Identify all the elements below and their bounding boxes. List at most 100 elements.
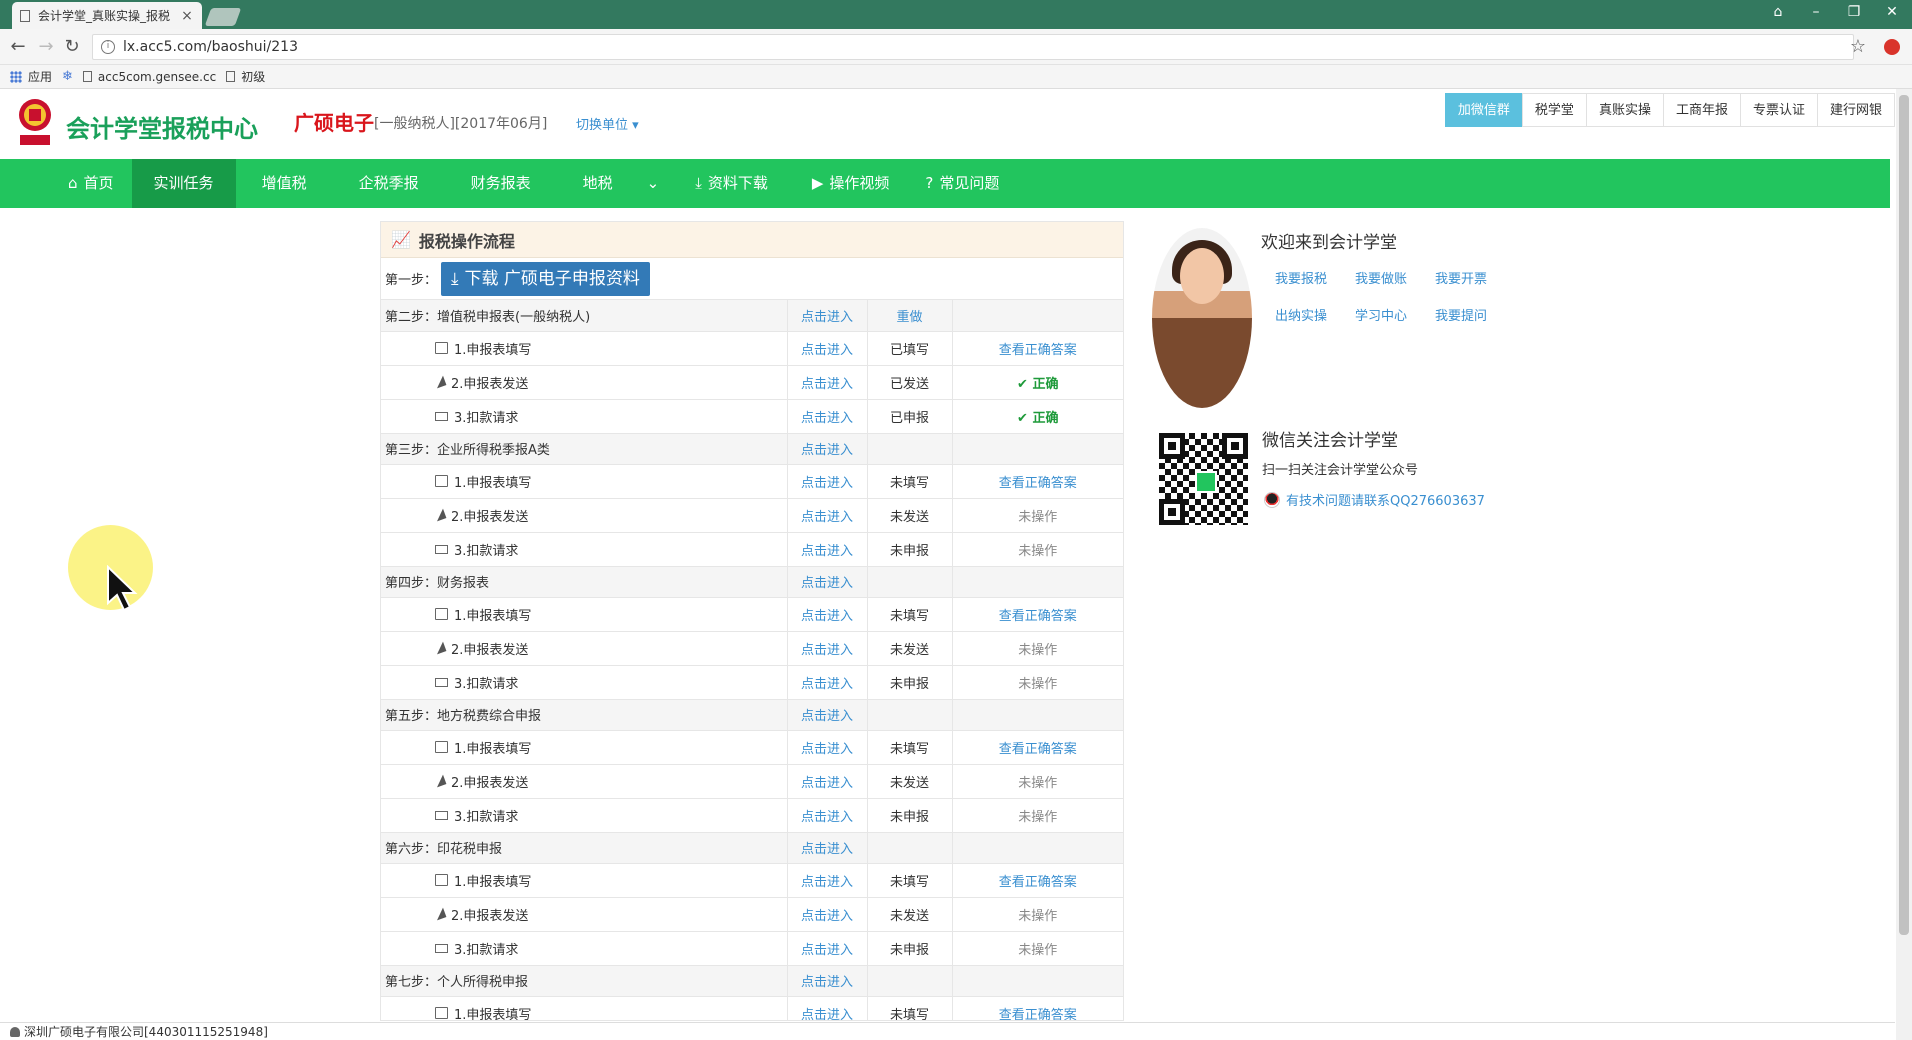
enter-link[interactable]: 点击进入 [786,699,867,731]
company-name: 广硕电子 [294,111,374,135]
enter-link[interactable]: 点击进入 [786,532,867,567]
enter-link[interactable]: 点击进入 [786,931,867,966]
scrollbar-thumb[interactable] [1899,95,1909,935]
nav-corp-tax[interactable]: 企税季报 [333,159,445,208]
task-status: 未申报 [866,931,952,966]
page-scrollbar[interactable] [1896,89,1912,1040]
task-status: 未发送 [866,764,952,799]
enter-link[interactable]: 点击进入 [786,863,867,898]
ccb-bank-link[interactable]: 建行网银 [1816,93,1895,127]
restore-icon[interactable]: ❐ [1842,4,1866,20]
nav-faq[interactable]: ? 常见问题 [907,159,1017,208]
new-tab-button[interactable] [204,8,242,26]
invoice-cert-link[interactable]: 专票认证 [1739,93,1818,127]
close-window-icon[interactable]: ✕ [1880,4,1904,20]
bookmark-star-icon[interactable]: ☆ [1850,36,1866,57]
redo-link[interactable] [866,965,952,997]
download-data-button[interactable]: ⤓ 下载 广硕电子申报资料 [441,261,650,296]
bookmark-apps[interactable]: 应用 [10,68,52,85]
extension-icon[interactable] [1884,39,1900,55]
quick-link-file-tax[interactable]: 我要报税 [1275,268,1355,287]
browser-tab[interactable]: 会计学堂_真账实操_报税 × [12,2,202,29]
enter-link[interactable]: 点击进入 [786,897,867,932]
tax-school-link[interactable]: 税学堂 [1521,93,1587,127]
enter-link[interactable]: 点击进入 [786,498,867,533]
task-label: 1.申报表填写 [454,475,532,491]
quick-link-ask[interactable]: 我要提问 [1435,305,1515,324]
answer-cell[interactable]: 查看正确答案 [999,1008,1077,1021]
redo-link[interactable] [866,832,952,864]
enter-link[interactable]: 点击进入 [786,832,867,864]
task-status: 未填写 [866,863,952,898]
forward-icon[interactable]: → [36,37,56,57]
real-account-link[interactable]: 真账实操 [1585,93,1664,127]
task-status: 未发送 [866,498,952,533]
enter-link[interactable]: 点击进入 [786,730,867,765]
nav-financial-reports[interactable]: 财务报表 [445,159,557,208]
nav-training-tasks[interactable]: 实训任务 [131,159,236,208]
redo-link[interactable] [866,433,952,465]
enter-link[interactable]: 点击进入 [786,399,867,434]
enter-link[interactable]: 点击进入 [786,433,867,465]
browser-tabbar: 会计学堂_真账实操_报税 × ⌂ – ❐ ✕ [0,0,1912,29]
enter-link[interactable]: 点击进入 [786,631,867,666]
back-icon[interactable]: ← [8,37,28,57]
qq-contact-link[interactable]: 有技术问题请联系QQ276603637 [1264,490,1485,509]
task-status: 已申报 [866,399,952,434]
answer-cell[interactable]: 查看正确答案 [999,476,1077,491]
answer-cell[interactable]: 查看正确答案 [999,742,1077,757]
bookmark-snow[interactable]: ❄ [62,69,73,84]
annual-report-link[interactable]: 工商年报 [1662,93,1741,127]
answer-cell[interactable]: 查看正确答案 [999,343,1077,358]
enter-link[interactable]: 点击进入 [786,798,867,833]
nav-local-tax[interactable]: 地税 ⌄ [557,159,670,208]
redo-link[interactable] [866,699,952,731]
switch-unit-link[interactable]: 切换单位 ▾ [576,114,639,133]
nav-vat[interactable]: 增值税 [236,159,333,208]
answer-cell[interactable]: 查看正确答案 [999,875,1077,890]
section-row: 第二步：增值税申报表(一般纳税人) 点击进入 重做 [381,300,1123,332]
bookmark-gensee[interactable]: acc5com.gensee.cc [82,70,216,84]
join-wechat-group-button[interactable]: 加微信群 [1444,93,1523,127]
task-status: 未申报 [866,665,952,700]
quick-link-bookkeeping[interactable]: 我要做账 [1355,268,1435,287]
task-row: 2.申报表发送 点击进入 未发送 未操作 [381,631,1123,666]
quick-link-invoice[interactable]: 我要开票 [1435,268,1515,287]
site-title[interactable]: 会计学堂报税中心 [66,109,258,144]
close-icon[interactable]: × [180,8,194,24]
reload-icon[interactable]: ↻ [62,37,82,57]
answer-cell: 未操作 [1018,642,1058,658]
quick-link-cashier[interactable]: 出纳实操 [1275,305,1355,324]
enter-link[interactable]: 点击进入 [786,464,867,499]
nav-download[interactable]: ⤓ 资料下载 [669,159,794,208]
enter-link[interactable]: 点击进入 [786,597,867,632]
redo-link[interactable]: 重做 [866,300,952,332]
task-label: 3.扣款请求 [454,942,519,958]
apps-grid-icon [10,70,22,83]
task-label: 1.申报表填写 [454,608,532,624]
redo-link[interactable] [866,566,952,598]
nav-home[interactable]: ⌂ 首页 [50,159,132,208]
monitor-icon [435,943,448,953]
enter-link[interactable]: 点击进入 [786,566,867,598]
task-label: 1.申报表填写 [454,342,532,358]
enter-link[interactable]: 点击进入 [786,764,867,799]
minimize-icon[interactable]: – [1804,4,1828,20]
nav-video[interactable]: ▶ 操作视频 [794,159,908,208]
task-label: 2.申报表发送 [451,376,529,392]
answer-cell[interactable]: 查看正确答案 [999,609,1077,624]
enter-link[interactable]: 点击进入 [786,965,867,997]
tab-title: 会计学堂_真账实操_报税 [38,9,171,23]
bookmark-chuji[interactable]: 初级 [226,68,265,85]
info-icon[interactable]: i [101,40,115,54]
user-icon[interactable]: ⌂ [1766,4,1790,20]
enter-link[interactable]: 点击进入 [786,300,867,332]
url-input[interactable]: i lx.acc5.com/baoshui/213 [92,34,1854,60]
enter-link[interactable]: 点击进入 [786,365,867,400]
enter-link[interactable]: 点击进入 [786,996,867,1020]
enter-link[interactable]: 点击进入 [786,665,867,700]
enter-link[interactable]: 点击进入 [786,331,867,366]
quick-link-learning[interactable]: 学习中心 [1355,305,1435,324]
task-label: 2.申报表发送 [451,642,529,658]
home-icon: ⌂ [68,174,78,192]
